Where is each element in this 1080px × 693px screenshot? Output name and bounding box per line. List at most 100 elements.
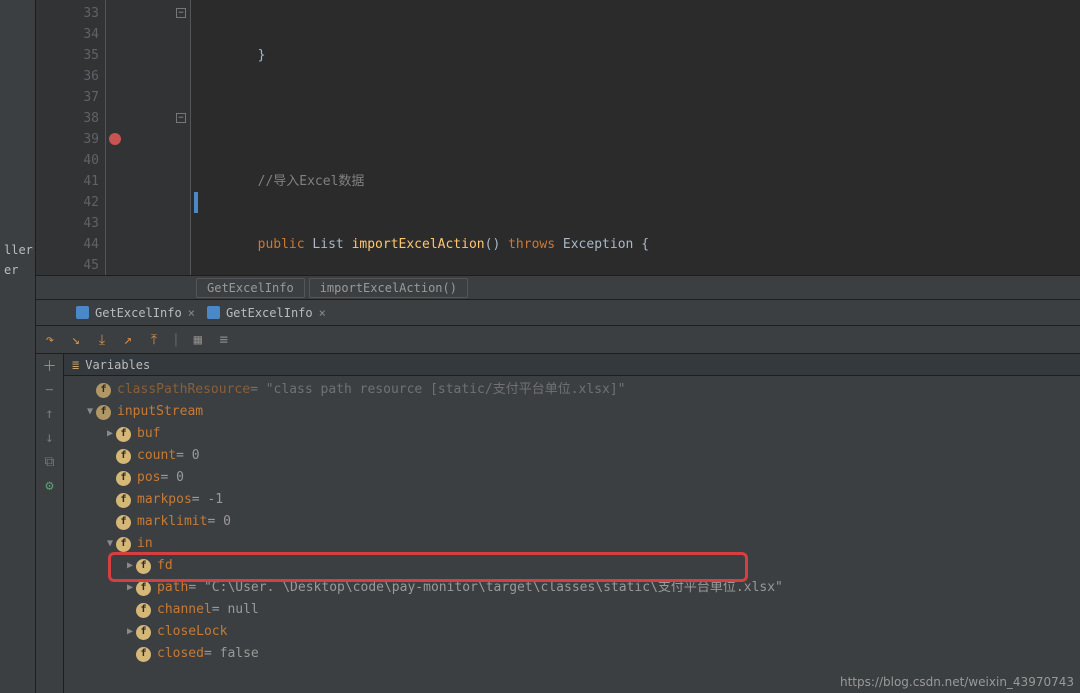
variables-body: ≣ Variables fclassPathResource = "class … — [64, 354, 1080, 693]
var-value: = 0 — [207, 511, 230, 533]
code-line[interactable]: public List importExcelAction() throws E… — [191, 234, 1080, 255]
var-value: = "class path resource [static/支付平台单位.xl… — [250, 379, 625, 401]
expand-icon[interactable]: ▶ — [124, 577, 136, 599]
debug-tabs: GetExcelInfo × GetExcelInfo × — [36, 300, 1080, 326]
force-step-into-icon[interactable]: ⤓ — [94, 332, 110, 348]
debug-tab[interactable]: GetExcelInfo × — [76, 306, 195, 320]
watermark: https://blog.csdn.net/weixin_43970743 — [840, 675, 1074, 689]
var-name: path — [157, 577, 188, 599]
var-name: closed — [157, 643, 204, 665]
variables-panel: ＋ − ↑ ↓ ⧉ ⚙ ≣ Variables fclassPathResour… — [36, 354, 1080, 693]
field-badge-icon: f — [116, 471, 131, 486]
var-node[interactable]: fcount = 0 — [64, 445, 1080, 467]
var-node[interactable]: ▶ffd — [64, 555, 1080, 577]
breadcrumb-item[interactable]: importExcelAction() — [309, 278, 468, 298]
var-value: = "C:\User. \Desktop\code\pay-monitor\ta… — [188, 577, 783, 599]
field-badge-icon: f — [116, 493, 131, 508]
close-icon[interactable]: × — [188, 306, 195, 320]
watch-icon[interactable]: ≡ — [216, 332, 232, 348]
var-name: markpos — [137, 489, 192, 511]
field-badge-icon: f — [96, 405, 111, 420]
expand-icon[interactable]: ▶ — [124, 555, 136, 577]
breadcrumb-item[interactable]: GetExcelInfo — [196, 278, 305, 298]
vars-icon: ≣ — [72, 358, 79, 372]
field-badge-icon: f — [136, 603, 151, 618]
rail-item[interactable]: er — [0, 260, 35, 280]
field-badge-icon: f — [96, 383, 111, 398]
field-badge-icon: f — [136, 581, 151, 596]
code-line[interactable]: } — [191, 45, 1080, 66]
fold-icon[interactable]: − — [176, 8, 186, 18]
evaluate-icon[interactable]: ▦ — [190, 332, 206, 348]
var-node[interactable]: f marklimit = 0 — [64, 511, 1080, 533]
drop-frame-icon[interactable]: ⤒ — [146, 332, 162, 348]
var-node[interactable]: ▶fbuf — [64, 423, 1080, 445]
field-badge-icon: f — [116, 537, 131, 552]
expand-icon[interactable]: ▼ — [104, 533, 116, 555]
variables-tree[interactable]: fclassPathResource = "class path resourc… — [64, 376, 1080, 693]
code-line[interactable] — [191, 108, 1080, 129]
copy-icon[interactable]: ⧉ — [42, 454, 58, 470]
root: ller er 33 34 35 36 37 38 39 40 41 42 43… — [0, 0, 1080, 693]
field-badge-icon: f — [116, 427, 131, 442]
var-name: count — [137, 445, 176, 467]
file-icon — [76, 306, 89, 319]
exec-marker — [194, 192, 198, 213]
var-node[interactable]: ▶fpath = "C:\User. \Desktop\code\pay-mon… — [64, 577, 1080, 599]
field-badge-icon: f — [136, 559, 151, 574]
var-node[interactable]: f channel = null — [64, 599, 1080, 621]
debug-tab[interactable]: GetExcelInfo × — [207, 306, 326, 320]
var-value: = -1 — [192, 489, 223, 511]
rail-item[interactable]: ller — [0, 240, 35, 260]
add-watch-icon[interactable]: ＋ — [42, 358, 58, 374]
breadcrumb: GetExcelInfo importExcelAction() — [36, 276, 1080, 300]
step-out-icon[interactable]: ↗ — [120, 332, 136, 348]
step-over-icon[interactable]: ↷ — [42, 332, 58, 348]
settings-icon[interactable]: ⚙ — [42, 478, 58, 494]
field-badge-icon: f — [136, 647, 151, 662]
error-icon[interactable] — [109, 133, 121, 145]
file-icon — [207, 306, 220, 319]
remove-icon[interactable]: − — [42, 382, 58, 398]
var-value: = false — [204, 643, 259, 665]
var-name: fd — [157, 555, 173, 577]
field-badge-icon: f — [116, 515, 131, 530]
code-editor[interactable]: 33 34 35 36 37 38 39 40 41 42 43 44 45 − — [36, 0, 1080, 276]
var-node[interactable]: ▼fin — [64, 533, 1080, 555]
down-icon[interactable]: ↓ — [42, 430, 58, 446]
var-name: buf — [137, 423, 160, 445]
var-value: = 0 — [176, 445, 199, 467]
expand-icon[interactable]: ▶ — [104, 423, 116, 445]
var-value: = null — [212, 599, 259, 621]
var-name: marklimit — [137, 511, 207, 533]
code-line[interactable]: //导入Excel数据 — [191, 171, 1080, 192]
close-icon[interactable]: × — [319, 306, 326, 320]
var-name: in — [137, 533, 153, 555]
fold-icon[interactable]: − — [176, 113, 186, 123]
field-badge-icon: f — [136, 625, 151, 640]
field-badge-icon: f — [116, 449, 131, 464]
var-node[interactable]: ▼f inputStream — [64, 401, 1080, 423]
code-area[interactable]: } //导入Excel数据 public List importExcelAct… — [191, 0, 1080, 275]
up-icon[interactable]: ↑ — [42, 406, 58, 422]
expand-icon[interactable]: ▼ — [84, 401, 96, 423]
var-name: pos — [137, 467, 160, 489]
var-node[interactable]: fclosed = false — [64, 643, 1080, 665]
var-name: channel — [157, 599, 212, 621]
var-name: closeLock — [157, 621, 227, 643]
main: 33 34 35 36 37 38 39 40 41 42 43 44 45 − — [36, 0, 1080, 693]
var-node[interactable]: fpos = 0 — [64, 467, 1080, 489]
debug-toolbar: ↷ ↘ ⤓ ↗ ⤒ | ▦ ≡ — [36, 326, 1080, 354]
var-value: = 0 — [160, 467, 183, 489]
variables-header: ≣ Variables — [64, 354, 1080, 376]
var-node[interactable]: ▶f closeLock — [64, 621, 1080, 643]
left-tool-rail: ller er — [0, 0, 36, 693]
var-name: inputStream — [117, 401, 203, 423]
expand-icon[interactable]: ▶ — [124, 621, 136, 643]
line-gutter: 33 34 35 36 37 38 39 40 41 42 43 44 45 — [36, 0, 106, 275]
debug-side-icons: ＋ − ↑ ↓ ⧉ ⚙ — [36, 354, 64, 693]
gutter-icons: − − — [106, 0, 191, 275]
step-into-icon[interactable]: ↘ — [68, 332, 84, 348]
var-node[interactable]: f markpos = -1 — [64, 489, 1080, 511]
var-node[interactable]: fclassPathResource = "class path resourc… — [64, 379, 1080, 401]
